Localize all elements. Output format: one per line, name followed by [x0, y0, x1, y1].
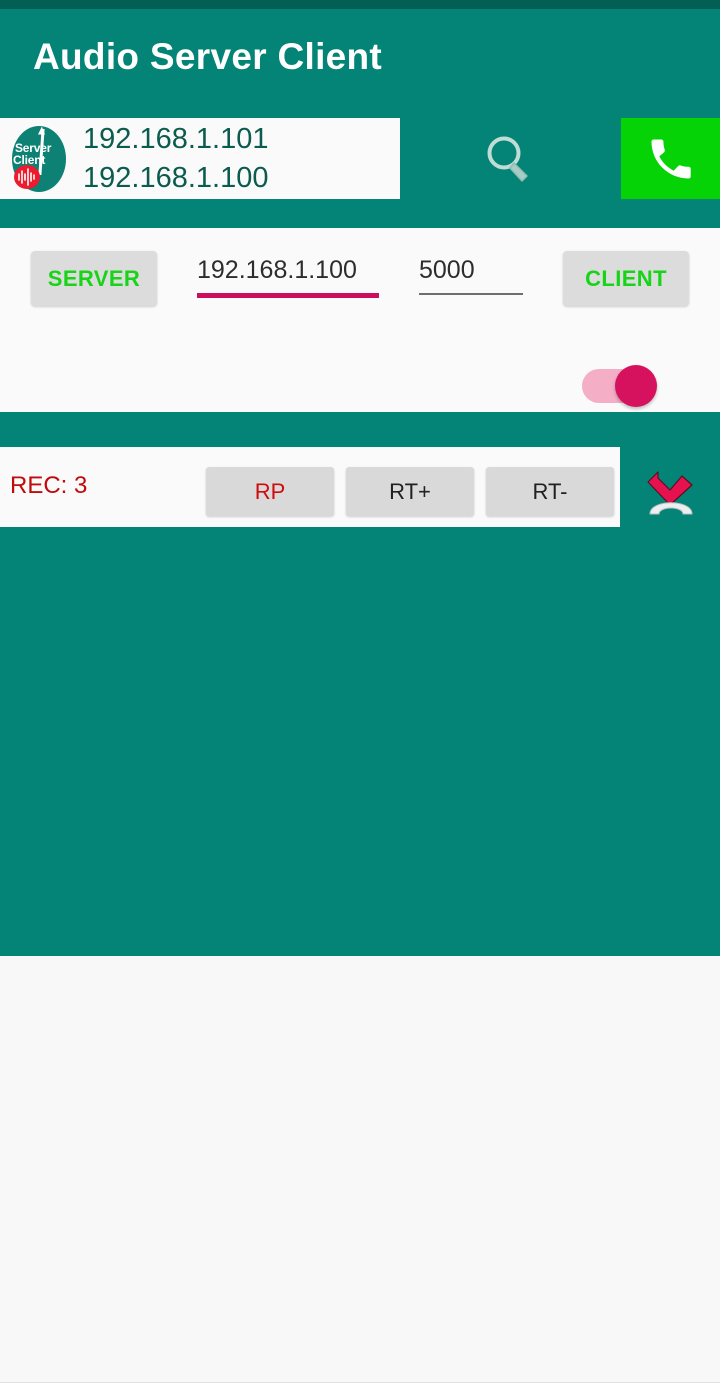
logo-label-server: Server: [15, 140, 52, 155]
rt-minus-button[interactable]: RT-: [486, 467, 614, 516]
rt-plus-button[interactable]: RT+: [346, 467, 474, 516]
status-bar: [0, 0, 720, 9]
server-client-logo-icon: Server Client: [8, 124, 70, 194]
server-mode-button[interactable]: SERVER: [31, 251, 157, 306]
ip-address-list: 192.168.1.101 192.168.1.100: [83, 120, 268, 198]
ip-banner[interactable]: Server Client 192.168.1.101 192.168.1.10: [0, 118, 400, 199]
logo-label-client: Client: [13, 152, 46, 167]
ip-address-input[interactable]: [197, 256, 379, 298]
search-icon[interactable]: [478, 128, 540, 190]
call-button[interactable]: [621, 118, 720, 199]
rec-count-label: REC: 3: [10, 472, 88, 499]
page-title: Audio Server Client: [33, 36, 383, 77]
port-input[interactable]: [419, 256, 523, 295]
client-mode-button[interactable]: CLIENT: [563, 251, 689, 306]
app-root: Audio Server Client Server Client 192.16…: [0, 0, 720, 1383]
rp-button[interactable]: RP: [206, 467, 334, 516]
waveform-icon: [14, 164, 40, 189]
call-end-icon[interactable]: [636, 452, 706, 522]
ip-address-local: 192.168.1.101: [83, 122, 269, 155]
bottom-empty-area: [0, 956, 720, 1383]
phone-call-icon: [651, 139, 691, 178]
toggle-thumb: [615, 365, 657, 407]
ip-address-remote: 192.168.1.100: [83, 161, 269, 194]
audio-toggle-switch[interactable]: [582, 365, 657, 407]
